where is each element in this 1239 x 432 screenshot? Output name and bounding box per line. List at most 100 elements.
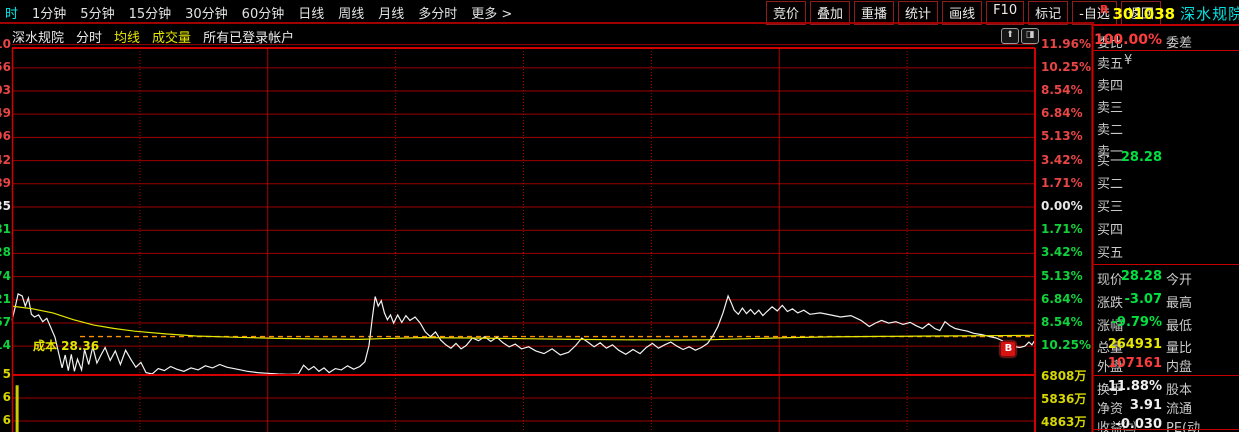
y-axis-right-label: 3.42% — [1041, 152, 1083, 167]
info-row-换手-label2: 股本 — [1166, 383, 1193, 398]
volume-axis-right-label: 5836万 — [1041, 392, 1087, 406]
info-row-外盘-value: 107161 — [1107, 356, 1162, 371]
info-row-现价-label2: 今开 — [1166, 273, 1193, 288]
y-axis-left-label-clipped: 29.74 — [0, 269, 11, 283]
info-row-涨幅: 涨幅 -9.79% 最低 — [1094, 315, 1239, 335]
info-row-总量-label2: 量比 — [1166, 341, 1193, 356]
panel-divider-line — [1094, 375, 1239, 376]
sell-row-5: 卖五 ¥ — [1094, 53, 1239, 73]
menu-item-月线[interactable]: 月线 — [378, 3, 404, 22]
panel-divider-line — [1094, 264, 1239, 265]
info-row-净资-label2: 流通 — [1166, 402, 1193, 417]
y-axis-left-label-clipped: 28.67 — [0, 315, 11, 329]
intraday-chart[interactable] — [0, 23, 1094, 432]
menu-item-时[interactable]: 时 — [5, 3, 18, 22]
volume-axis-left-value: 6 — [2, 390, 11, 404]
cost-line-label: 成本 28.36 — [33, 339, 100, 353]
top-menu-bar: 时 1分钟 5分钟 15分钟 30分钟 60分钟 日线 周线 月线 多分时 更多 > 竞价 叠加 重播统… — [0, 0, 1239, 25]
info-row-现价-value: 28.28 — [1120, 269, 1162, 284]
y-axis-left-label-clipped: 30.28 — [0, 245, 11, 259]
info-row-净资-label: 净资 — [1097, 402, 1124, 417]
info-row-总量-value: 264931 — [1107, 337, 1162, 352]
y-axis-left-label-clipped: 35.10 — [0, 37, 11, 51]
y-axis-left-value: 29.21 — [0, 291, 11, 306]
buy-row-2: 买二 — [1094, 173, 1239, 193]
info-row-净资: 净资 3.91 流通 — [1094, 398, 1239, 418]
volume-axis-left-label-clipped: 5 — [0, 367, 11, 381]
y-axis-right-label: 5.13% — [1041, 129, 1083, 144]
chart-gridlines — [12, 44, 1035, 432]
panel-divider-line — [1094, 429, 1239, 430]
info-row-换手-value: 11.88% — [1107, 379, 1162, 394]
weibi-row: 委比 100.00% 委差 — [1094, 32, 1239, 52]
sell-row-3-label: 卖三 — [1097, 101, 1124, 116]
y-axis-left-value: 34.56 — [0, 59, 11, 74]
y-axis-right-label: 1.71% — [1041, 222, 1083, 237]
y-axis-left-value: 28.14 — [0, 338, 11, 353]
y-axis-left-value: 32.96 — [0, 129, 11, 144]
y-axis-right-label: 11.96% — [1041, 36, 1091, 51]
y-axis-right-label: 6.84% — [1041, 106, 1083, 121]
volume-axis-left-label-clipped: 6 — [0, 390, 11, 404]
info-row-涨跌: 涨跌 -3.07 最高 — [1094, 292, 1239, 312]
volume-bar — [15, 385, 19, 432]
menu-item-更多 >[interactable]: 更多 > — [471, 3, 512, 22]
menu-item-1分钟[interactable]: 1分钟 — [32, 3, 66, 22]
menu-item-多分时[interactable]: 多分时 — [418, 3, 457, 22]
sell-row-3: 卖三 — [1094, 97, 1239, 117]
y-axis-right-label: 10.25% — [1041, 338, 1091, 353]
menu-item-日线[interactable]: 日线 — [298, 3, 324, 22]
menu-item-5分钟[interactable]: 5分钟 — [80, 3, 114, 22]
volume-axis-right-label: 6808万 — [1041, 369, 1087, 383]
y-axis-left-label-clipped: 34.56 — [0, 60, 11, 74]
y-axis-right-label: 8.54% — [1041, 314, 1083, 329]
info-row-涨跌-label: 涨跌 — [1097, 296, 1124, 311]
chart-borders — [11, 24, 1094, 432]
stock-code: 301038 — [1112, 5, 1176, 23]
volume-axis-left-label-clipped: 6 — [0, 413, 11, 427]
volume-axis-left-value: 6 — [2, 413, 11, 427]
menu-item-60分钟[interactable]: 60分钟 — [242, 3, 285, 22]
buy-row-1-label: 买一 — [1097, 154, 1124, 169]
volume-axis-right-label: 4863万 — [1041, 415, 1087, 429]
buy-row-2-label: 买二 — [1097, 177, 1124, 192]
y-axis-left-value: 28.67 — [0, 314, 11, 329]
y-axis-left-value: 34.03 — [0, 83, 11, 98]
info-row-涨幅-value: -9.79% — [1111, 315, 1163, 330]
menu-item-30分钟[interactable]: 30分钟 — [185, 3, 228, 22]
y-axis-left-label-clipped: 30.81 — [0, 222, 11, 236]
menu-item-15分钟[interactable]: 15分钟 — [129, 3, 172, 22]
margin-flag-r: R — [1100, 3, 1109, 16]
sell-row-2: 卖二 — [1094, 119, 1239, 139]
y-axis-right-label: 0.00% — [1041, 199, 1083, 213]
y-axis-left-value: 31.89 — [0, 175, 11, 190]
info-row-外盘: 外盘 107161 内盘 — [1094, 356, 1239, 376]
info-row-涨幅-label2: 最低 — [1166, 319, 1193, 334]
sell-row-2-label: 卖二 — [1097, 123, 1124, 138]
info-row-涨跌-label2: 最高 — [1166, 296, 1193, 311]
menu-item-周线[interactable]: 周线 — [338, 3, 364, 22]
y-axis-left-value: 31.35 — [0, 199, 11, 213]
y-axis-left-label-clipped: 32.96 — [0, 129, 11, 143]
buy-row-3: 买三 — [1094, 196, 1239, 216]
buy-marker: B — [1000, 340, 1017, 357]
panel-divider-line — [1094, 50, 1239, 51]
y-axis-left-label-clipped: 32.42 — [0, 153, 11, 167]
y-axis-left-value: 29.74 — [0, 268, 11, 283]
weibi-value: 100.00% — [1094, 32, 1162, 48]
stock-header: R 301038 深水规院 — [1100, 3, 1239, 23]
buy-row-4: 买四 — [1094, 219, 1239, 239]
y-axis-right-label: 10.25% — [1041, 59, 1091, 74]
buy-row-1: 买一 28.28 — [1094, 150, 1239, 170]
quote-panel: 委比 100.00% 委差 卖五 ¥ 卖四 卖三 卖二 卖一 买一 28.28 买二 买三 买四 买五 现价 2… — [1094, 26, 1239, 432]
buy-row-5: 买五 — [1094, 242, 1239, 262]
y-axis-left-label-clipped: 31.89 — [0, 176, 11, 190]
info-row-涨跌-value: -3.07 — [1124, 292, 1162, 307]
y-axis-right-label: 8.54% — [1041, 83, 1083, 98]
currency-symbol: ¥ — [1124, 53, 1133, 68]
y-axis-right-label: 3.42% — [1041, 245, 1083, 260]
buy-row-4-label: 买四 — [1097, 223, 1124, 238]
info-row-外盘-label2: 内盘 — [1166, 360, 1193, 375]
buy-row-1-value: 28.28 — [1120, 150, 1162, 165]
buy-row-5-label: 买五 — [1097, 246, 1124, 261]
